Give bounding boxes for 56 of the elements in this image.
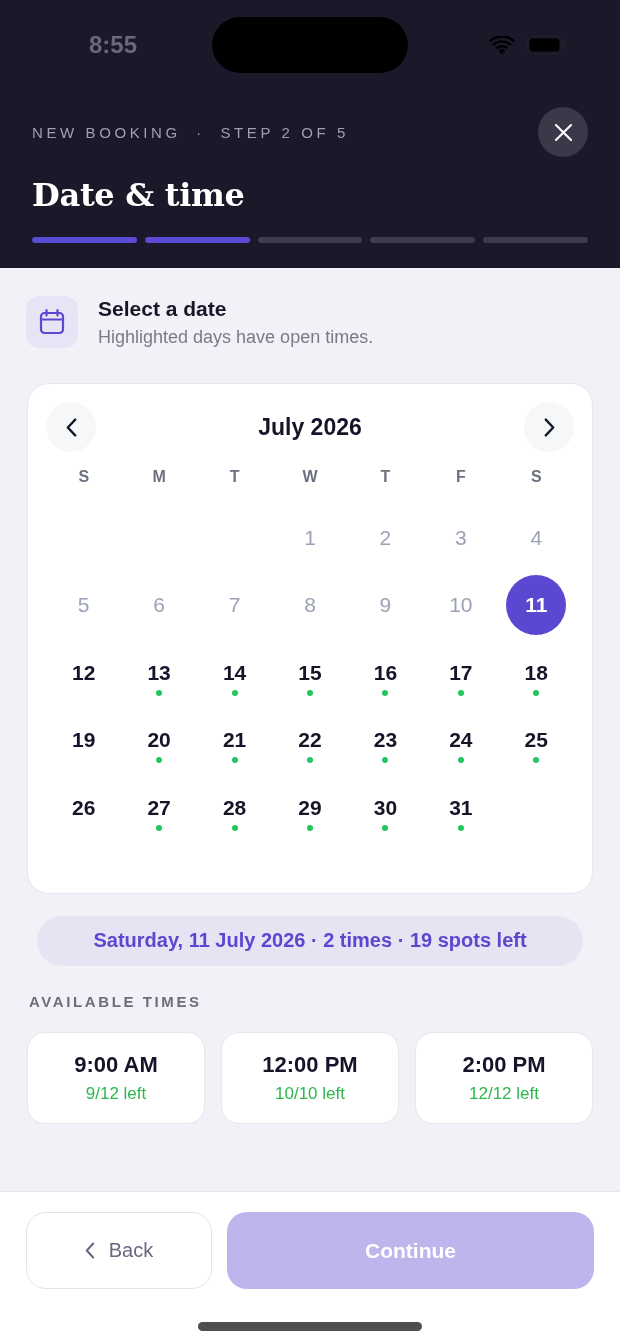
- weekday-label: T: [228, 467, 241, 487]
- slot-availability: 12/12 left: [469, 1083, 539, 1104]
- slot-time: 12:00 PM: [262, 1051, 358, 1078]
- slot-availability: 9/12 left: [85, 1083, 147, 1104]
- calendar-day[interactable]: 18: [506, 642, 567, 703]
- calendar-day[interactable]: 28: [204, 777, 265, 838]
- time-slot[interactable]: 9:00 AM 9/12 left: [27, 1031, 205, 1124]
- status-time: 8:55: [88, 31, 137, 59]
- page-title: Date & time: [32, 175, 246, 215]
- calendar-day[interactable]: 12: [53, 642, 114, 703]
- month-title: July 2026: [258, 413, 362, 441]
- calendar-day[interactable]: 16: [355, 642, 416, 703]
- chevron-left-icon: [84, 1242, 95, 1259]
- calendar-day[interactable]: 14: [204, 642, 265, 703]
- slot-time: 9:00 AM: [74, 1051, 158, 1078]
- weekday-label: T: [379, 467, 392, 487]
- section-title: Select a date: [98, 296, 228, 322]
- close-button[interactable]: [538, 107, 588, 157]
- time-slot[interactable]: 12:00 PM 10/10 left: [221, 1031, 399, 1124]
- calendar-day[interactable]: 20: [129, 710, 190, 771]
- chevron-left-icon: [65, 417, 77, 437]
- section-subtitle: Highlighted days have open times.: [98, 326, 374, 348]
- calendar-day[interactable]: 25: [506, 710, 567, 771]
- wifi-icon: [489, 35, 515, 55]
- selection-summary: Saturday, 11 July 2026 · 2 times · 19 spots left: [37, 915, 583, 966]
- calendar-day[interactable]: 27: [129, 777, 190, 838]
- calendar-day[interactable]: 21: [204, 710, 265, 771]
- calendar-day[interactable]: 11: [506, 575, 567, 636]
- calendar-day[interactable]: 17: [430, 642, 491, 703]
- step-label: NEW BOOKING · STEP 2 OF 5: [32, 123, 349, 141]
- calendar-day[interactable]: 13: [129, 642, 190, 703]
- weekday-label: S: [529, 467, 543, 487]
- battery-icon: [527, 36, 565, 54]
- time-slot[interactable]: 2:00 PM 12/12 left: [415, 1031, 593, 1124]
- calendar-day[interactable]: 15: [280, 642, 340, 703]
- calendar-day[interactable]: 31: [430, 777, 491, 838]
- weekday-label: F: [454, 467, 467, 487]
- slot-availability: 10/10 left: [275, 1083, 345, 1104]
- calendar-day[interactable]: 22: [280, 710, 340, 771]
- weekday-label: M: [151, 467, 167, 487]
- previous-month-button[interactable]: [46, 402, 96, 452]
- next-month-button[interactable]: [524, 402, 574, 452]
- calendar-icon: [26, 296, 78, 348]
- weekday-label: W: [301, 467, 319, 487]
- slot-time: 2:00 PM: [462, 1051, 546, 1078]
- chevron-right-icon: [543, 417, 555, 437]
- calendar-day[interactable]: 19: [53, 710, 114, 771]
- calendar-day[interactable]: 30: [355, 777, 416, 838]
- back-button[interactable]: Back: [26, 1212, 212, 1289]
- times-heading: AVAILABLE TIMES: [29, 992, 202, 1011]
- calendar-day[interactable]: 29: [280, 777, 340, 838]
- calendar-day[interactable]: 26: [53, 777, 114, 838]
- calendar-day[interactable]: 23: [355, 710, 416, 771]
- weekday-label: S: [77, 467, 91, 487]
- close-icon: [554, 123, 572, 141]
- calendar-day[interactable]: 24: [430, 710, 491, 771]
